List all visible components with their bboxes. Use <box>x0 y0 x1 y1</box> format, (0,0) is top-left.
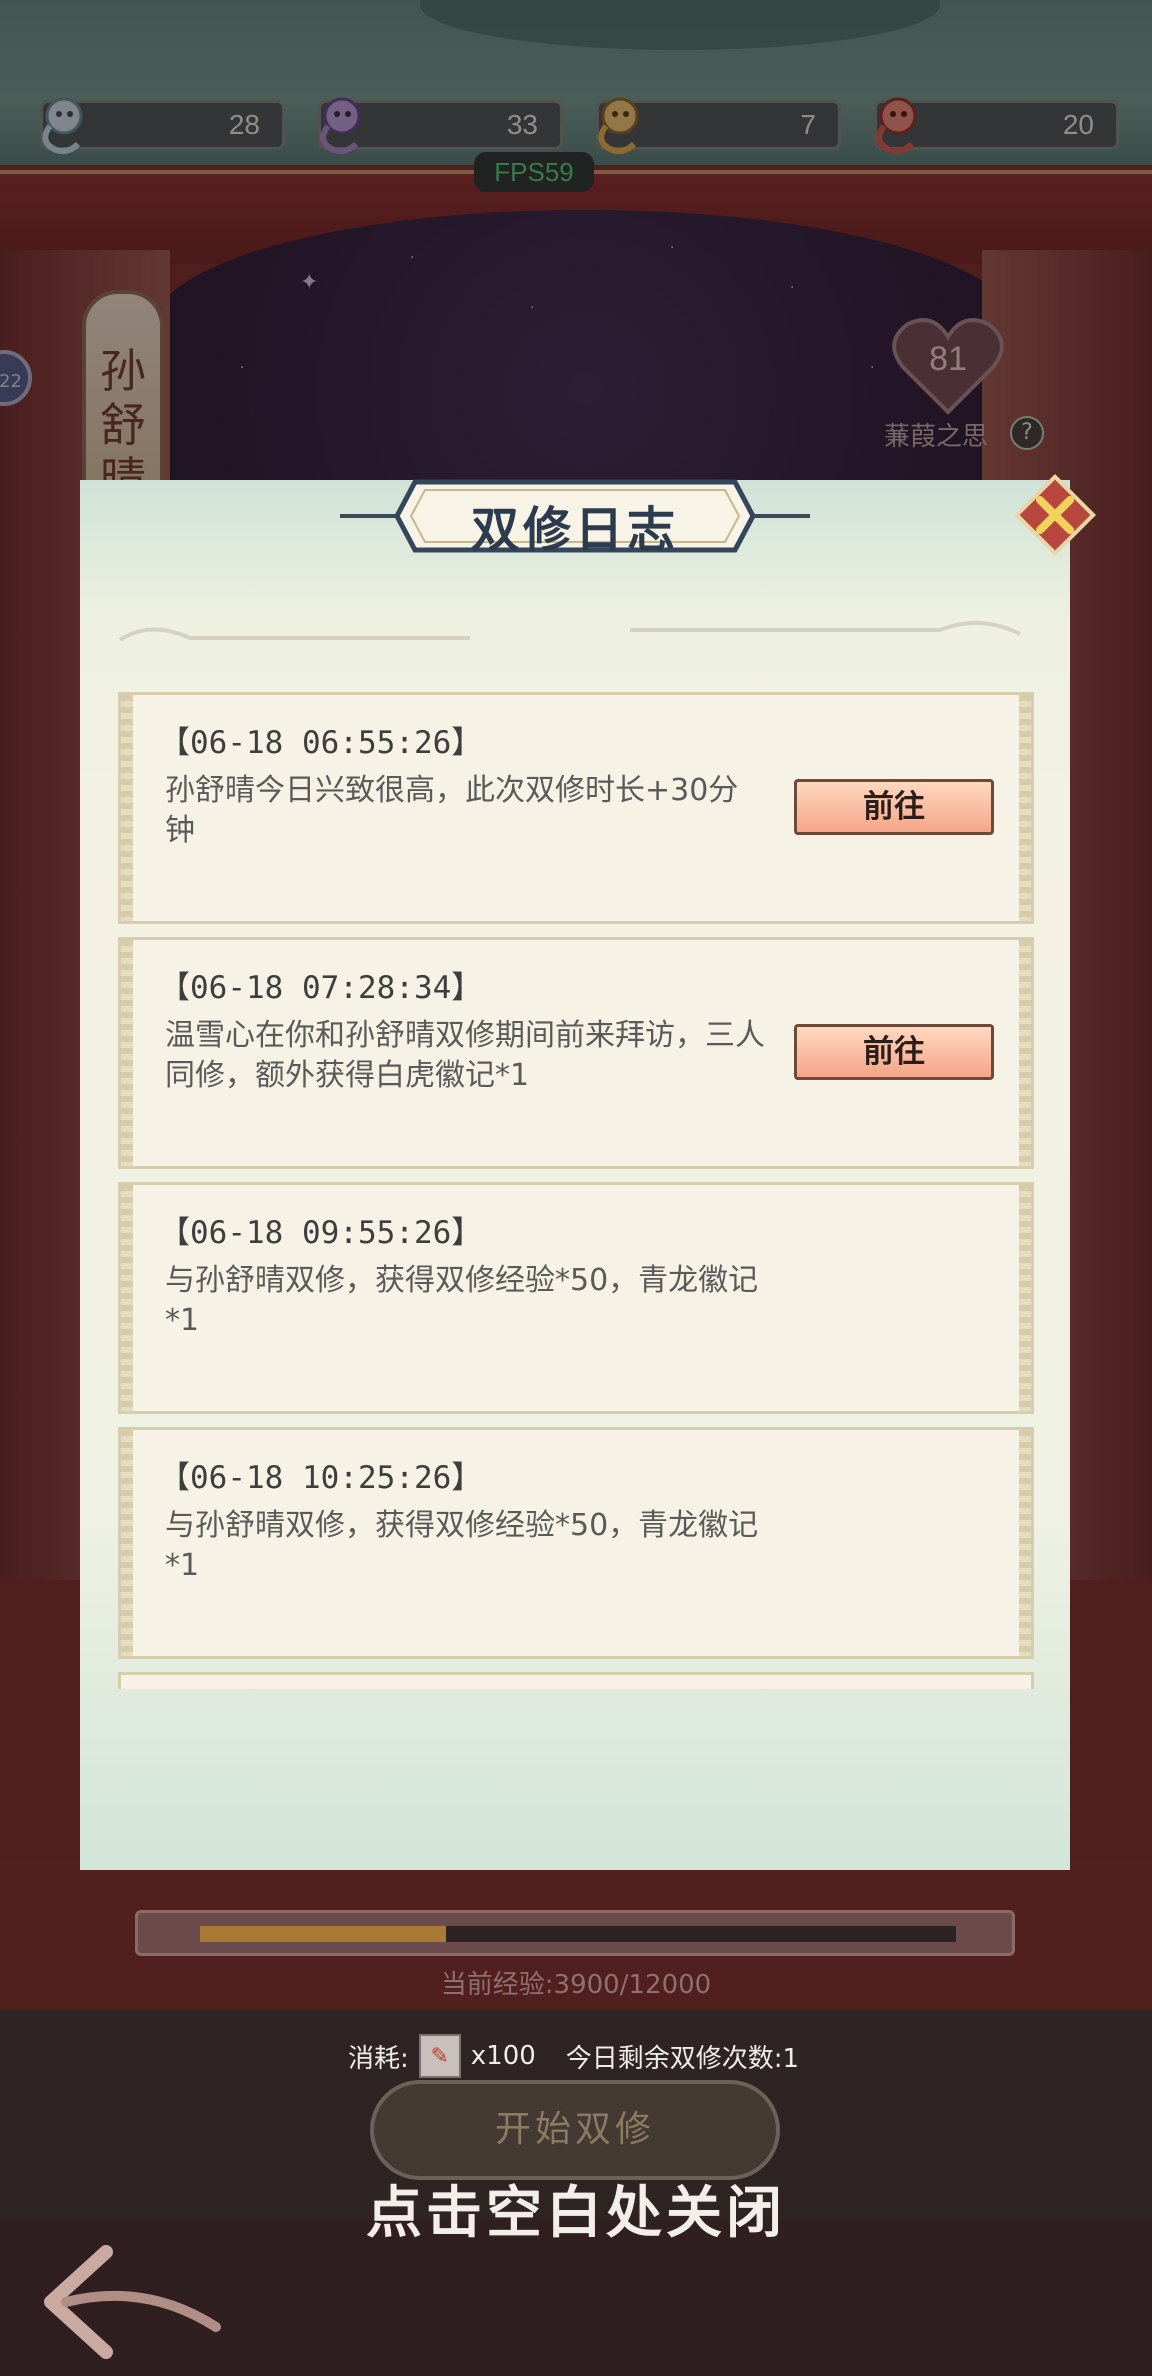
entry-text: 温雪心在你和孙舒晴双修期间前来拜访，三人同修，额外获得白虎徽记*1 <box>165 1018 765 1093</box>
log-entry-1: 【06-18 06:55:26】 孙舒晴今日兴致很高，此次双修时长+30分钟 前… <box>118 692 1034 924</box>
log-entry-4: 【06-18 10:25:26】 与孙舒晴双修，获得双修经验*50，青龙徽记*1 <box>118 1427 1034 1659</box>
cost-label: 消耗: <box>348 2043 409 2074</box>
entry-timestamp: 【06-18 10:25:26】 <box>159 1460 483 1496</box>
log-list[interactable]: 【06-18 06:55:26】 孙舒晴今日兴致很高，此次双修时长+30分钟 前… <box>118 692 1034 1689</box>
remaining-count: 今日剩余双修次数:1 <box>565 2043 800 2074</box>
dialog-title: 双修日志 <box>470 502 679 558</box>
log-entry-partial <box>118 1672 1034 1689</box>
entry-timestamp: 【06-18 07:28:34】 <box>159 970 483 1006</box>
go-button[interactable]: 前往 <box>794 1024 994 1080</box>
entry-timestamp: 【06-18 06:55:26】 <box>159 725 483 761</box>
entry-timestamp: 【06-18 09:55:26】 <box>159 1215 483 1251</box>
experience-bar-fill <box>200 1926 446 1942</box>
go-button[interactable]: 前往 <box>794 779 994 835</box>
experience-label: 当前经验:3900/12000 <box>440 1970 712 2000</box>
close-icon[interactable] <box>1010 470 1100 560</box>
cost-amount: x100 <box>470 2041 536 2071</box>
title-line-left <box>340 514 400 518</box>
entry-text: 孙舒晴今日兴致很高，此次双修时长+30分钟 <box>165 773 739 848</box>
title-line-right <box>750 514 810 518</box>
cost-item-icon: ✎ <box>418 2034 461 2078</box>
log-entry-3: 【06-18 09:55:26】 与孙舒晴双修，获得双修经验*50，青龙徽记*1 <box>118 1182 1034 1414</box>
start-cultivation-button[interactable]: 开始双修 <box>370 2080 780 2180</box>
cost-row: 消耗: ✎ x100 今日剩余双修次数:1 <box>348 2034 799 2078</box>
entry-text: 与孙舒晴双修，获得双修经验*50，青龙徽记*1 <box>165 1263 759 1338</box>
cloud-divider-decoration <box>118 620 1021 642</box>
entry-text: 与孙舒晴双修，获得双修经验*50，青龙徽记*1 <box>165 1508 759 1583</box>
log-entry-2: 【06-18 07:28:34】 温雪心在你和孙舒晴双修期间前来拜访，三人同修，… <box>118 937 1034 1169</box>
back-arrow-icon[interactable] <box>36 2232 236 2362</box>
